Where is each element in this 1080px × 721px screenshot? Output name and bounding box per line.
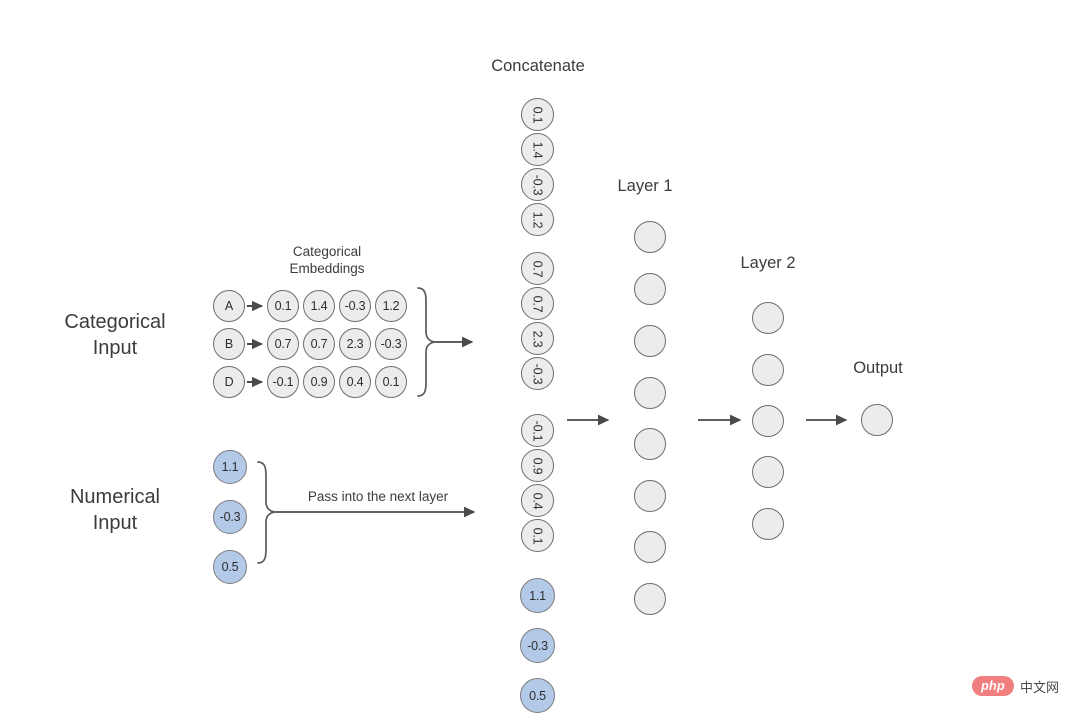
output-node (861, 404, 893, 436)
concat-node: 0.1 (521, 519, 554, 552)
embedding-node: -0.1 (267, 366, 299, 398)
numerical-input-label: Numerical Input (69, 486, 161, 534)
concat-node: -0.1 (521, 414, 554, 447)
embedding-node: -0.3 (375, 328, 407, 360)
layer2-node (752, 354, 784, 386)
numerical-input-node: 0.5 (213, 550, 247, 584)
output-label: Output (853, 359, 903, 377)
layer2-node (752, 508, 784, 540)
watermark-text: 中文网 (1020, 679, 1060, 695)
embedding-node: 0.1 (267, 290, 299, 322)
layer1-node (634, 273, 666, 305)
categorical-brace (417, 287, 437, 397)
categorical-embeddings-label: Categorical Embeddings (289, 244, 365, 277)
embedding-node: 1.4 (303, 290, 335, 322)
layer1-node (634, 221, 666, 253)
layer2-label: Layer 2 (740, 254, 796, 272)
concat-node: 1.4 (521, 133, 554, 166)
concat-node-value: 0.9 (530, 457, 545, 474)
embedding-node: 0.1 (375, 366, 407, 398)
concat-node-value: -0.3 (530, 174, 545, 195)
numerical-brace (257, 461, 277, 564)
concat-node-value: -0.1 (530, 420, 545, 441)
watermark-badge: php (972, 676, 1014, 696)
embedding-node: 2.3 (339, 328, 371, 360)
concat-node: 0.4 (521, 484, 554, 517)
concat-node-value: 1.4 (530, 141, 545, 158)
concat-node: 2.3 (521, 322, 554, 355)
concat-node-value: 0.4 (530, 492, 545, 509)
layer1-label: Layer 1 (617, 177, 673, 195)
embedding-node: 1.2 (375, 290, 407, 322)
concatenate-title: Concatenate (491, 57, 585, 75)
concat-node: -0.3 (521, 168, 554, 201)
concat-node-value: 0.7 (530, 295, 545, 312)
concat-node: 0.7 (521, 287, 554, 320)
embedding-node: 0.4 (339, 366, 371, 398)
diagram-canvas: Categorical Input Numerical Input Catego… (0, 0, 1080, 721)
category-node: A (213, 290, 245, 322)
layer1-node (634, 325, 666, 357)
concat-node: 1.2 (521, 203, 554, 236)
embedding-node: 0.7 (267, 328, 299, 360)
concat-node-value: 1.2 (530, 211, 545, 228)
layer1-node (634, 480, 666, 512)
layer2-node (752, 456, 784, 488)
category-node: B (213, 328, 245, 360)
layer2-node (752, 302, 784, 334)
concat-node: 0.7 (521, 252, 554, 285)
concat-node-numerical: -0.3 (520, 628, 555, 663)
categorical-input-label: Categorical Input (64, 311, 166, 359)
layer1-node (634, 428, 666, 460)
concat-node-value: 0.1 (530, 106, 545, 123)
concat-node: 0.1 (521, 98, 554, 131)
concat-node: -0.3 (521, 357, 554, 390)
pass-next-layer-label: Pass into the next layer (307, 489, 449, 504)
embedding-node: 0.9 (303, 366, 335, 398)
concat-node-numerical: 1.1 (520, 578, 555, 613)
layer2-node (752, 405, 784, 437)
concat-node: 0.9 (521, 449, 554, 482)
concat-node-numerical: 0.5 (520, 678, 555, 713)
concat-node-value: 0.7 (530, 260, 545, 277)
category-to-embedding-arrow (247, 300, 264, 388)
concat-node-value: 2.3 (530, 330, 545, 347)
layer1-node (634, 583, 666, 615)
concat-node-value: -0.3 (530, 363, 545, 384)
numerical-input-node: -0.3 (213, 500, 247, 534)
watermark: php 中文网 (972, 676, 1059, 696)
layer1-node (634, 377, 666, 409)
category-node: D (213, 366, 245, 398)
layer1-node (634, 531, 666, 563)
concat-node-value: 0.1 (530, 527, 545, 544)
embedding-node: 0.7 (303, 328, 335, 360)
numerical-input-node: 1.1 (213, 450, 247, 484)
embedding-node: -0.3 (339, 290, 371, 322)
